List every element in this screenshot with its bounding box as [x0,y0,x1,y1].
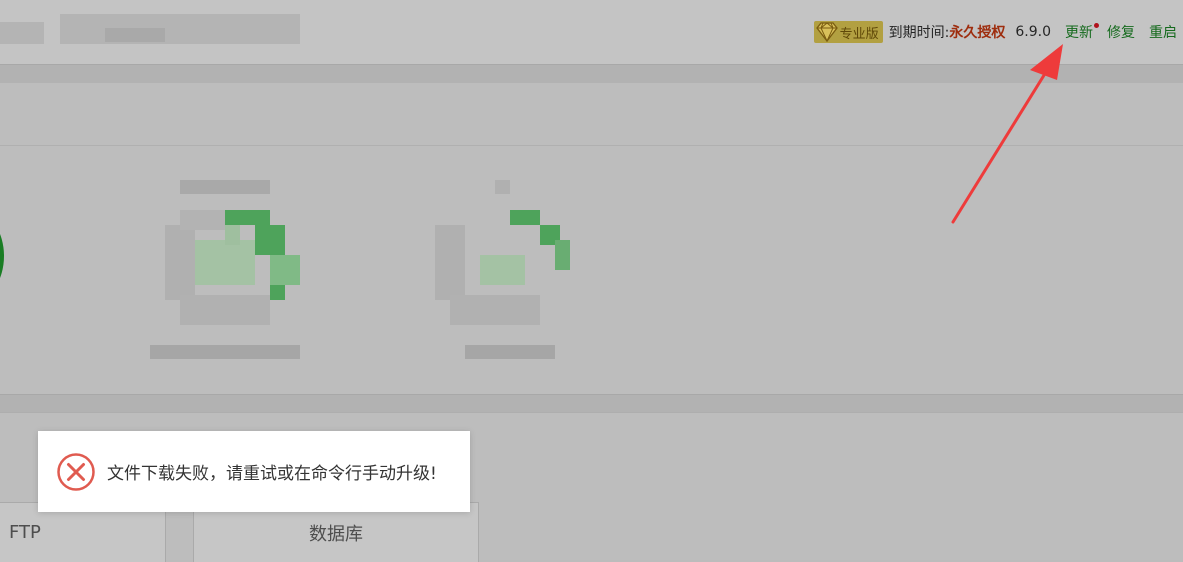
annotation-arrow [951,44,1063,224]
